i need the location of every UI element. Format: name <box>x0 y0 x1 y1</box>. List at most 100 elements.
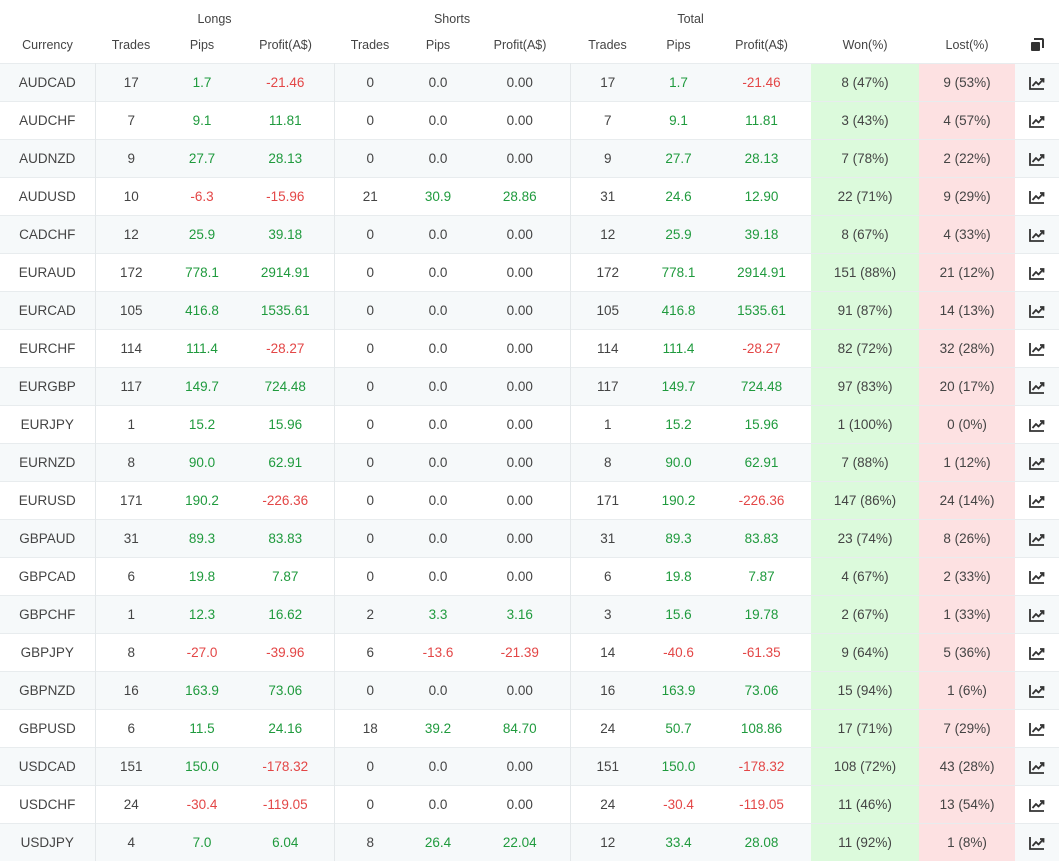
longs-profit-cell: 1535.61 <box>237 291 335 330</box>
total-trades-cell: 171 <box>570 481 646 520</box>
lost-cell: 8 (26%) <box>919 519 1016 558</box>
total-pips-cell: 25.9 <box>645 215 713 254</box>
longs-trades-cell: 1 <box>95 405 167 444</box>
total-profit-cell: 19.78 <box>712 595 812 634</box>
shorts-profit-cell: 0.00 <box>470 747 571 786</box>
longs-pips-cell: 15.2 <box>167 405 237 444</box>
column-header-longs-trades[interactable]: Trades <box>95 38 167 64</box>
shorts-trades-cell: 6 <box>334 633 407 672</box>
chart-button[interactable] <box>1015 139 1059 178</box>
table-row: AUDCHF 7 9.1 11.81 0 0.0 0.00 7 9.1 11.8… <box>0 101 1059 140</box>
total-profit-cell: 83.83 <box>712 519 812 558</box>
column-header-lost[interactable]: Lost(%) <box>919 38 1015 64</box>
table-row: GBPCHF 1 12.3 16.62 2 3.3 3.16 3 15.6 19… <box>0 595 1059 634</box>
lost-cell: 14 (13%) <box>919 291 1016 330</box>
shorts-pips-cell: 0.0 <box>406 139 471 178</box>
longs-pips-cell: 7.0 <box>167 823 237 861</box>
shorts-profit-cell: 0.00 <box>470 443 571 482</box>
shorts-pips-cell: 0.0 <box>406 671 471 710</box>
total-trades-cell: 3 <box>570 595 646 634</box>
won-cell: 15 (94%) <box>811 671 920 710</box>
longs-profit-cell: 16.62 <box>237 595 335 634</box>
shorts-profit-cell: 0.00 <box>470 481 571 520</box>
chart-button[interactable] <box>1015 253 1059 292</box>
total-trades-cell: 105 <box>570 291 646 330</box>
chart-button[interactable] <box>1015 709 1059 748</box>
chart-button[interactable] <box>1015 519 1059 558</box>
chart-button[interactable] <box>1015 177 1059 216</box>
total-profit-cell: -28.27 <box>712 329 812 368</box>
shorts-pips-cell: 0.0 <box>406 63 471 102</box>
chart-button[interactable] <box>1015 405 1059 444</box>
line-chart-icon <box>1015 190 1059 204</box>
column-header-total-trades[interactable]: Trades <box>570 38 645 64</box>
chart-button[interactable] <box>1015 671 1059 710</box>
longs-trades-cell: 172 <box>95 253 167 292</box>
won-cell: 23 (74%) <box>811 519 920 558</box>
column-header-currency[interactable]: Currency <box>0 38 95 64</box>
lost-cell: 4 (33%) <box>919 215 1016 254</box>
table-row: EURJPY 1 15.2 15.96 0 0.0 0.00 1 15.2 15… <box>0 405 1059 444</box>
chart-button[interactable] <box>1015 367 1059 406</box>
currency-stats-table: Longs Shorts Total Currency Trades Pips … <box>0 0 1059 861</box>
shorts-profit-cell: 0.00 <box>470 253 571 292</box>
won-cell: 8 (47%) <box>811 63 920 102</box>
chart-button[interactable] <box>1015 747 1059 786</box>
currency-cell: EURCHF <box>0 329 96 368</box>
table-row: GBPJPY 8 -27.0 -39.96 6 -13.6 -21.39 14 … <box>0 633 1059 672</box>
chart-button[interactable] <box>1015 823 1059 861</box>
group-header-row: Longs Shorts Total <box>0 0 1059 38</box>
shorts-trades-cell: 0 <box>334 215 407 254</box>
longs-trades-cell: 114 <box>95 329 167 368</box>
chart-button[interactable] <box>1015 443 1059 482</box>
total-trades-cell: 114 <box>570 329 646 368</box>
total-profit-cell: 7.87 <box>712 557 812 596</box>
shorts-pips-cell: 0.0 <box>406 481 471 520</box>
group-header-shorts: Shorts <box>433 12 471 26</box>
currency-cell: GBPUSD <box>0 709 96 748</box>
chart-button[interactable] <box>1015 63 1059 102</box>
longs-profit-cell: 39.18 <box>237 215 335 254</box>
shorts-profit-cell: 0.00 <box>470 557 571 596</box>
chart-button[interactable] <box>1015 101 1059 140</box>
column-header-total-pips[interactable]: Pips <box>645 38 712 64</box>
chart-button[interactable] <box>1015 785 1059 824</box>
longs-profit-cell: 6.04 <box>237 823 335 861</box>
column-header-won[interactable]: Won(%) <box>811 38 919 64</box>
chart-button[interactable] <box>1015 595 1059 634</box>
shorts-trades-cell: 0 <box>334 785 407 824</box>
table-row: EURUSD 171 190.2 -226.36 0 0.0 0.00 171 … <box>0 481 1059 520</box>
column-header-shorts-trades[interactable]: Trades <box>334 38 406 64</box>
currency-cell: EURUSD <box>0 481 96 520</box>
line-chart-icon <box>1015 266 1059 280</box>
chart-button[interactable] <box>1015 291 1059 330</box>
shorts-pips-cell: 0.0 <box>406 367 471 406</box>
shorts-profit-cell: 0.00 <box>470 329 571 368</box>
lost-cell: 9 (53%) <box>919 63 1016 102</box>
copy-button[interactable] <box>1015 38 1059 64</box>
column-header-longs-profit[interactable]: Profit(A$) <box>237 38 334 64</box>
line-chart-icon <box>1015 152 1059 166</box>
chart-button[interactable] <box>1015 215 1059 254</box>
currency-cell: EURNZD <box>0 443 96 482</box>
column-header-longs-pips[interactable]: Pips <box>167 38 237 64</box>
won-cell: 11 (46%) <box>811 785 920 824</box>
column-header-total-profit[interactable]: Profit(A$) <box>712 38 811 64</box>
column-header-shorts-profit[interactable]: Profit(A$) <box>470 38 570 64</box>
shorts-trades-cell: 0 <box>334 139 407 178</box>
won-cell: 7 (88%) <box>811 443 920 482</box>
longs-profit-cell: 83.83 <box>237 519 335 558</box>
total-profit-cell: -119.05 <box>712 785 812 824</box>
chart-button[interactable] <box>1015 557 1059 596</box>
longs-profit-cell: -39.96 <box>237 633 335 672</box>
longs-pips-cell: -6.3 <box>167 177 237 216</box>
longs-pips-cell: 1.7 <box>167 63 237 102</box>
won-cell: 97 (83%) <box>811 367 920 406</box>
shorts-pips-cell: 0.0 <box>406 101 471 140</box>
longs-pips-cell: 778.1 <box>167 253 237 292</box>
chart-button[interactable] <box>1015 329 1059 368</box>
chart-button[interactable] <box>1015 481 1059 520</box>
longs-profit-cell: 724.48 <box>237 367 335 406</box>
column-header-shorts-pips[interactable]: Pips <box>406 38 470 64</box>
chart-button[interactable] <box>1015 633 1059 672</box>
